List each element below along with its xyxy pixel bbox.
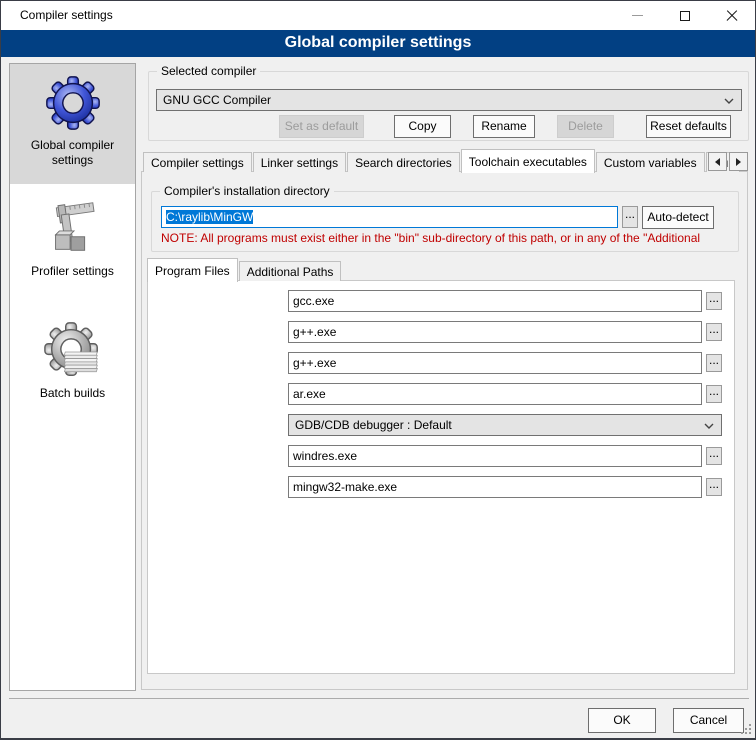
installation-directory-legend: Compiler's installation directory	[160, 184, 334, 198]
cpp-compiler-value: g++.exe	[293, 325, 336, 339]
set-as-default-button[interactable]: Set as default	[279, 115, 364, 138]
tab-toolchain-executables[interactable]: Toolchain executables	[461, 149, 595, 173]
sidebar-item-label: Profiler settings	[10, 262, 135, 287]
blue-gear-icon	[42, 72, 104, 134]
minimize-icon	[632, 15, 643, 16]
resource-compiler-value: windres.exe	[293, 449, 357, 463]
compiler-settings-dialog: Compiler settings Global compiler settin…	[0, 0, 756, 740]
sidebar-item-label: Global compiler settings	[10, 136, 135, 176]
compiler-select[interactable]: GNU GCC Compiler	[156, 89, 742, 111]
arrow-left-icon	[715, 158, 720, 166]
sidebar-item-batch-builds[interactable]: Batch builds	[10, 312, 135, 426]
chevron-down-icon	[724, 98, 734, 104]
minimize-button[interactable]	[614, 1, 661, 30]
auto-detect-button[interactable]: Auto-detect	[642, 206, 714, 229]
resource-compiler-input[interactable]: windres.exe	[288, 445, 702, 467]
tab-search-directories[interactable]: Search directories	[347, 152, 460, 172]
caliper-icon	[42, 198, 104, 260]
tab-additional-paths[interactable]: Additional Paths	[239, 261, 342, 281]
tab-linker-settings[interactable]: Linker settings	[253, 152, 346, 172]
close-icon	[726, 10, 738, 22]
make-program-value: mingw32-make.exe	[293, 480, 397, 494]
installation-directory-value: C:\raylib\MinGW	[166, 210, 253, 224]
tab-compiler-settings[interactable]: Compiler settings	[143, 152, 252, 172]
sidebar-item-profiler-settings[interactable]: Profiler settings	[10, 190, 135, 304]
close-button[interactable]	[708, 1, 755, 30]
chevron-down-icon	[704, 423, 714, 429]
cancel-button[interactable]: Cancel	[673, 708, 744, 733]
installation-directory-input[interactable]: C:\raylib\MinGW	[161, 206, 618, 228]
paths-tab-bar: Program Files Additional Paths	[147, 257, 342, 281]
linker-dynamic-input[interactable]: g++.exe	[288, 352, 702, 374]
program-files-panel: C compiler: gcc.exe ... C++ compiler: g+…	[147, 280, 735, 674]
window-title: Compiler settings	[20, 1, 113, 30]
c-compiler-input[interactable]: gcc.exe	[288, 290, 702, 312]
tab-scroll-left-button[interactable]	[708, 152, 727, 171]
cpp-compiler-browse-button[interactable]: ...	[706, 323, 722, 341]
compiler-select-value: GNU GCC Compiler	[163, 93, 271, 107]
debugger-value: GDB/CDB debugger : Default	[295, 418, 452, 432]
page-title: Global compiler settings	[1, 30, 755, 57]
resize-grip[interactable]	[741, 724, 751, 734]
reset-defaults-button[interactable]: Reset defaults	[646, 115, 731, 138]
linker-static-value: ar.exe	[293, 387, 326, 401]
delete-button[interactable]: Delete	[557, 115, 614, 138]
tab-scroll-right-button[interactable]	[729, 152, 748, 171]
ok-button[interactable]: OK	[588, 708, 656, 733]
linker-dynamic-value: g++.exe	[293, 356, 336, 370]
linker-static-input[interactable]: ar.exe	[288, 383, 702, 405]
tab-program-files[interactable]: Program Files	[147, 258, 238, 282]
directory-browse-button[interactable]: ...	[622, 206, 638, 228]
settings-sidebar: Global compiler settings Profiler settin…	[9, 63, 136, 691]
sidebar-item-global-compiler-settings[interactable]: Global compiler settings	[10, 64, 135, 184]
debugger-select[interactable]: GDB/CDB debugger : Default	[288, 414, 722, 436]
title-bar: Compiler settings	[1, 1, 755, 30]
arrow-right-icon	[736, 158, 741, 166]
footer-divider	[9, 698, 749, 699]
make-program-browse-button[interactable]: ...	[706, 478, 722, 496]
settings-tab-bar: Compiler settings Linker settings Search…	[143, 148, 741, 172]
linker-dynamic-browse-button[interactable]: ...	[706, 354, 722, 372]
cpp-compiler-input[interactable]: g++.exe	[288, 321, 702, 343]
c-compiler-value: gcc.exe	[293, 294, 334, 308]
c-compiler-browse-button[interactable]: ...	[706, 292, 722, 310]
maximize-button[interactable]	[661, 1, 708, 30]
tab-custom-variables[interactable]: Custom variables	[596, 152, 705, 172]
maximize-icon	[680, 11, 690, 21]
sidebar-item-label: Batch builds	[10, 384, 135, 409]
gray-gear-stack-icon	[42, 320, 104, 382]
selected-compiler-legend: Selected compiler	[157, 64, 260, 78]
linker-static-browse-button[interactable]: ...	[706, 385, 722, 403]
bin-subdirectory-note: NOTE: All programs must exist either in …	[161, 231, 735, 245]
make-program-input[interactable]: mingw32-make.exe	[288, 476, 702, 498]
resource-compiler-browse-button[interactable]: ...	[706, 447, 722, 465]
copy-button[interactable]: Copy	[394, 115, 451, 138]
rename-button[interactable]: Rename	[473, 115, 535, 138]
